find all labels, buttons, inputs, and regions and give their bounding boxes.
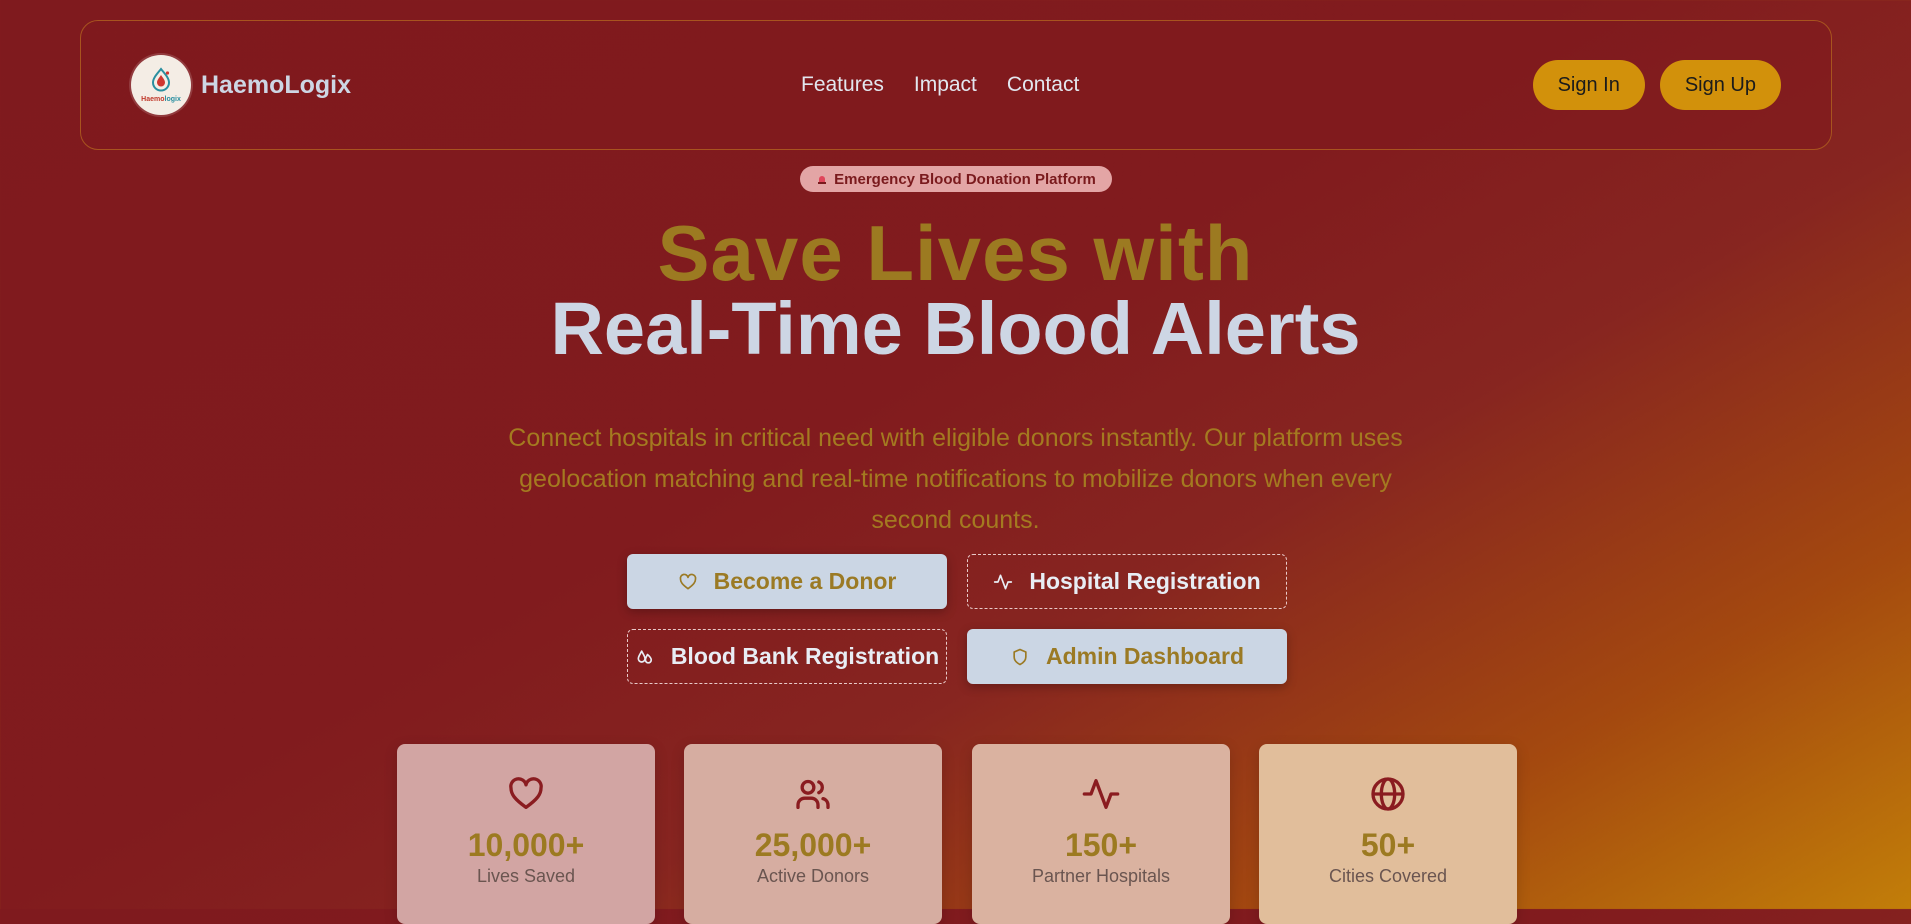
become-donor-label: Become a Donor	[713, 568, 897, 594]
brand-logo[interactable]: Haemologix	[131, 55, 191, 115]
activity-icon	[1082, 779, 1120, 809]
globe-icon	[1371, 777, 1405, 811]
heart-icon	[509, 777, 543, 809]
nav-links: Features Impact Contact	[801, 73, 1079, 97]
logo-wordmark-left: Haemo	[141, 96, 165, 103]
stat-card-lives-saved: 10,000+ Lives Saved	[397, 744, 655, 924]
stat-value: 25,000+	[754, 827, 872, 863]
blood-bank-registration-button[interactable]: Blood Bank Registration	[627, 629, 947, 684]
hospital-registration-label: Hospital Registration	[1029, 568, 1261, 594]
hospital-registration-button[interactable]: Hospital Registration	[967, 554, 1287, 609]
blood-bank-registration-label: Blood Bank Registration	[670, 643, 940, 669]
stat-label: Partner Hospitals	[1031, 866, 1171, 886]
logo-wordmark: Haemologix	[141, 96, 181, 103]
logo-wordmark-right: logix	[164, 96, 181, 103]
hero-badge-text: Emergency Blood Donation Platform	[834, 170, 1096, 188]
nav-link-features[interactable]: Features	[801, 73, 884, 97]
top-navbar: Haemologix HaemoLogix Features Impact Co…	[80, 20, 1832, 150]
admin-dashboard-button[interactable]: Admin Dashboard	[967, 629, 1287, 684]
sign-in-button[interactable]: Sign In	[1532, 60, 1645, 110]
sign-up-button[interactable]: Sign Up	[1659, 60, 1781, 110]
hero-badge: Emergency Blood Donation Platform	[800, 166, 1112, 192]
stat-value: 50+	[1360, 827, 1416, 863]
auth-buttons: Sign In Sign Up	[1532, 60, 1781, 110]
brand[interactable]: Haemologix HaemoLogix	[131, 55, 351, 115]
stat-label: Cities Covered	[1328, 866, 1448, 886]
hero-title-line2: Real-Time Blood Alerts	[550, 287, 1361, 370]
stat-card-cities-covered: 50+ Cities Covered	[1259, 744, 1517, 924]
admin-dashboard-label: Admin Dashboard	[1045, 643, 1245, 669]
nav-link-contact[interactable]: Contact	[1007, 73, 1079, 97]
nav-link-impact[interactable]: Impact	[914, 73, 977, 97]
stat-card-partner-hospitals: 150+ Partner Hospitals	[972, 744, 1230, 924]
activity-icon	[994, 574, 1013, 589]
brand-name[interactable]: HaemoLogix	[201, 71, 351, 100]
users-icon	[796, 779, 830, 809]
stat-card-active-donors: 25,000+ Active Donors	[684, 744, 942, 924]
hero-description: Connect hospitals in critical need with …	[508, 424, 1403, 534]
siren-icon	[818, 176, 827, 184]
stat-value: 10,000+	[467, 827, 585, 863]
stat-label: Lives Saved	[476, 866, 576, 886]
heart-icon	[679, 573, 696, 589]
stat-value: 150+	[1064, 827, 1138, 863]
droplets-icon	[637, 649, 652, 664]
become-donor-button[interactable]: Become a Donor	[627, 554, 947, 609]
blood-drop-pin-icon	[151, 67, 171, 92]
shield-icon	[1013, 648, 1027, 665]
stat-label: Active Donors	[756, 866, 870, 886]
